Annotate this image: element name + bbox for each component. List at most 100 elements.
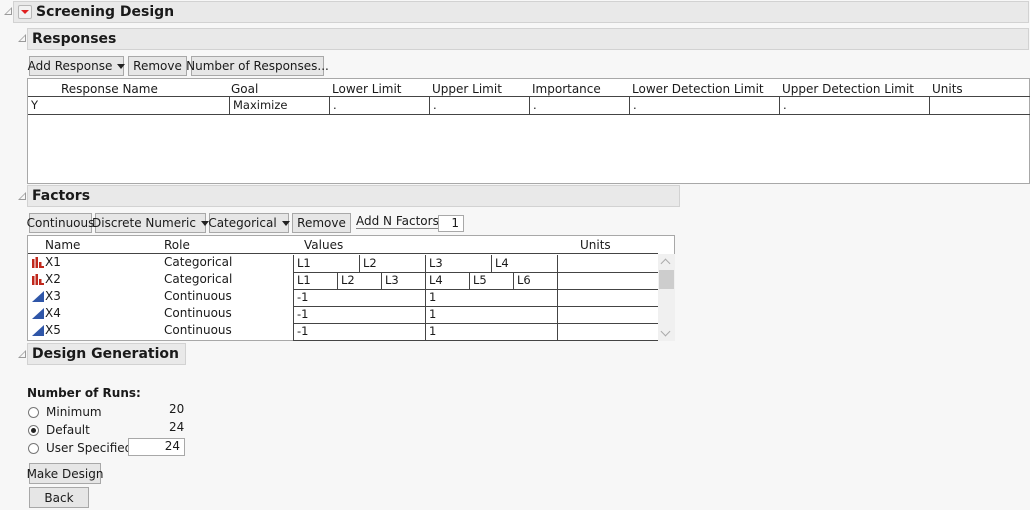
factor-name[interactable]: X4 xyxy=(45,306,61,320)
factor-value-cell[interactable]: L6 xyxy=(513,272,557,290)
continuous-icon xyxy=(32,308,44,319)
minimum-radio[interactable] xyxy=(28,407,39,418)
screening-design-header[interactable]: Screening Design xyxy=(13,1,1029,23)
lower-limit-cell[interactable]: . xyxy=(329,97,429,115)
user-specified-radio[interactable] xyxy=(28,443,39,454)
add-response-button[interactable]: Add Response xyxy=(27,56,126,76)
factor-units-cell[interactable] xyxy=(557,272,658,290)
factor-units-cell[interactable] xyxy=(557,289,658,307)
default-radio[interactable] xyxy=(28,425,39,436)
upper-detection-limit-cell[interactable]: . xyxy=(779,97,929,115)
factor-value-cell[interactable]: L1 xyxy=(293,272,337,290)
col-header-lower-detection-limit: Lower Detection Limit xyxy=(632,82,764,96)
factor-units-cell[interactable] xyxy=(557,323,658,341)
default-label[interactable]: Default xyxy=(46,423,90,437)
discrete-numeric-button[interactable]: Discrete Numeric xyxy=(92,213,209,233)
factor-units-cell[interactable] xyxy=(557,306,658,324)
col-header-values: Values xyxy=(304,238,344,252)
user-specified-runs-input[interactable]: 24 xyxy=(128,438,185,456)
responses-title: Responses xyxy=(32,31,117,47)
col-header-response-name: Response Name xyxy=(61,82,158,96)
scrollbar-thumb[interactable] xyxy=(659,270,674,289)
col-header-name: Name xyxy=(45,238,81,252)
factor-value-cell[interactable]: L3 xyxy=(425,255,491,273)
factors-title: Factors xyxy=(32,188,91,204)
responses-header[interactable]: Responses xyxy=(27,28,1029,50)
continuous-label: Continuous xyxy=(26,216,95,230)
factor-value-cell[interactable]: L4 xyxy=(425,272,469,290)
scroll-down-icon[interactable] xyxy=(660,326,671,337)
goal-cell[interactable]: Maximize xyxy=(229,97,329,115)
factor-units-cell[interactable] xyxy=(557,255,658,273)
back-label: Back xyxy=(44,490,74,505)
continuous-icon xyxy=(32,291,44,302)
factor-role: Categorical xyxy=(164,255,233,269)
col-header-upper-detection-limit: Upper Detection Limit xyxy=(782,82,915,96)
dropdown-caret-icon xyxy=(281,220,290,226)
make-design-label: Make Design xyxy=(26,466,104,481)
design-generation-header[interactable]: Design Generation xyxy=(27,343,186,365)
collapse-design-generation-icon[interactable] xyxy=(18,350,26,358)
factor-value-cell[interactable]: L3 xyxy=(381,272,425,290)
remove-factor-label: Remove xyxy=(297,216,346,230)
responses-table: Response Name Goal Lower Limit Upper Lim… xyxy=(27,78,1030,184)
factor-value-cell[interactable]: 1 xyxy=(425,289,557,307)
col-header-lower-limit: Lower Limit xyxy=(332,82,402,96)
upper-limit-cell[interactable]: . xyxy=(429,97,529,115)
factors-table: Name Role Values Units X1 Categorical L1… xyxy=(27,235,675,341)
factor-role: Continuous xyxy=(164,289,232,303)
col-header-upper-limit: Upper Limit xyxy=(432,82,502,96)
scroll-up-icon[interactable] xyxy=(660,258,671,269)
continuous-icon xyxy=(32,325,44,336)
importance-cell[interactable]: . xyxy=(529,97,629,115)
user-specified-label[interactable]: User Specified xyxy=(46,441,132,455)
col-header-importance: Importance xyxy=(532,82,601,96)
factor-value-cell[interactable]: L2 xyxy=(359,255,425,273)
factor-role: Categorical xyxy=(164,272,233,286)
factor-name[interactable]: X2 xyxy=(45,272,61,286)
factor-name[interactable]: X3 xyxy=(45,289,61,303)
factor-name[interactable]: X5 xyxy=(45,323,61,337)
discrete-numeric-label: Discrete Numeric xyxy=(92,216,196,230)
collapse-factors-icon[interactable] xyxy=(18,192,26,200)
factor-value-cell[interactable]: L4 xyxy=(491,255,557,273)
col-header-units: Units xyxy=(932,82,963,96)
factor-value-cell[interactable]: L1 xyxy=(293,255,359,273)
factor-value-cell[interactable]: 1 xyxy=(425,323,557,341)
make-design-button[interactable]: Make Design xyxy=(26,463,104,484)
units-cell[interactable] xyxy=(929,97,1030,115)
factor-value-cell[interactable]: -1 xyxy=(293,289,425,307)
factor-value-cell[interactable]: 1 xyxy=(425,306,557,324)
factor-name[interactable]: X1 xyxy=(45,255,61,269)
col-header-goal: Goal xyxy=(231,82,259,96)
continuous-button[interactable]: Continuous xyxy=(26,213,95,233)
screening-design-title: Screening Design xyxy=(36,4,175,20)
lower-detection-limit-cell[interactable]: . xyxy=(629,97,779,115)
factors-header[interactable]: Factors xyxy=(27,185,680,207)
col-header-role: Role xyxy=(164,238,190,252)
add-n-factors-input[interactable]: 1 xyxy=(438,215,464,232)
dropdown-caret-icon xyxy=(117,63,126,69)
factor-role: Continuous xyxy=(164,306,232,320)
add-n-factors-label[interactable]: Add N Factors xyxy=(356,214,443,229)
factor-value-cell[interactable]: -1 xyxy=(293,323,425,341)
minimum-label[interactable]: Minimum xyxy=(46,405,102,419)
default-runs-value: 24 xyxy=(169,420,185,434)
categorical-button[interactable]: Categorical xyxy=(208,213,290,233)
remove-response-label: Remove xyxy=(133,59,182,73)
response-name-cell[interactable]: Y xyxy=(28,97,229,115)
number-of-responses-label: Number of Responses... xyxy=(186,59,329,73)
col-header-units: Units xyxy=(580,238,611,252)
remove-response-button[interactable]: Remove xyxy=(128,56,187,76)
factor-value-cell[interactable]: -1 xyxy=(293,306,425,324)
back-button[interactable]: Back xyxy=(29,487,89,508)
red-triangle-menu-icon[interactable] xyxy=(18,5,32,19)
factor-value-cell[interactable]: L2 xyxy=(337,272,381,290)
collapse-screening-design-icon[interactable] xyxy=(4,7,12,15)
factor-value-cell[interactable]: L5 xyxy=(469,272,513,290)
collapse-responses-icon[interactable] xyxy=(18,34,26,42)
remove-factor-button[interactable]: Remove xyxy=(292,213,351,233)
vertical-scrollbar[interactable] xyxy=(658,254,675,341)
add-response-label: Add Response xyxy=(27,59,113,73)
number-of-responses-button[interactable]: Number of Responses... xyxy=(186,56,329,76)
